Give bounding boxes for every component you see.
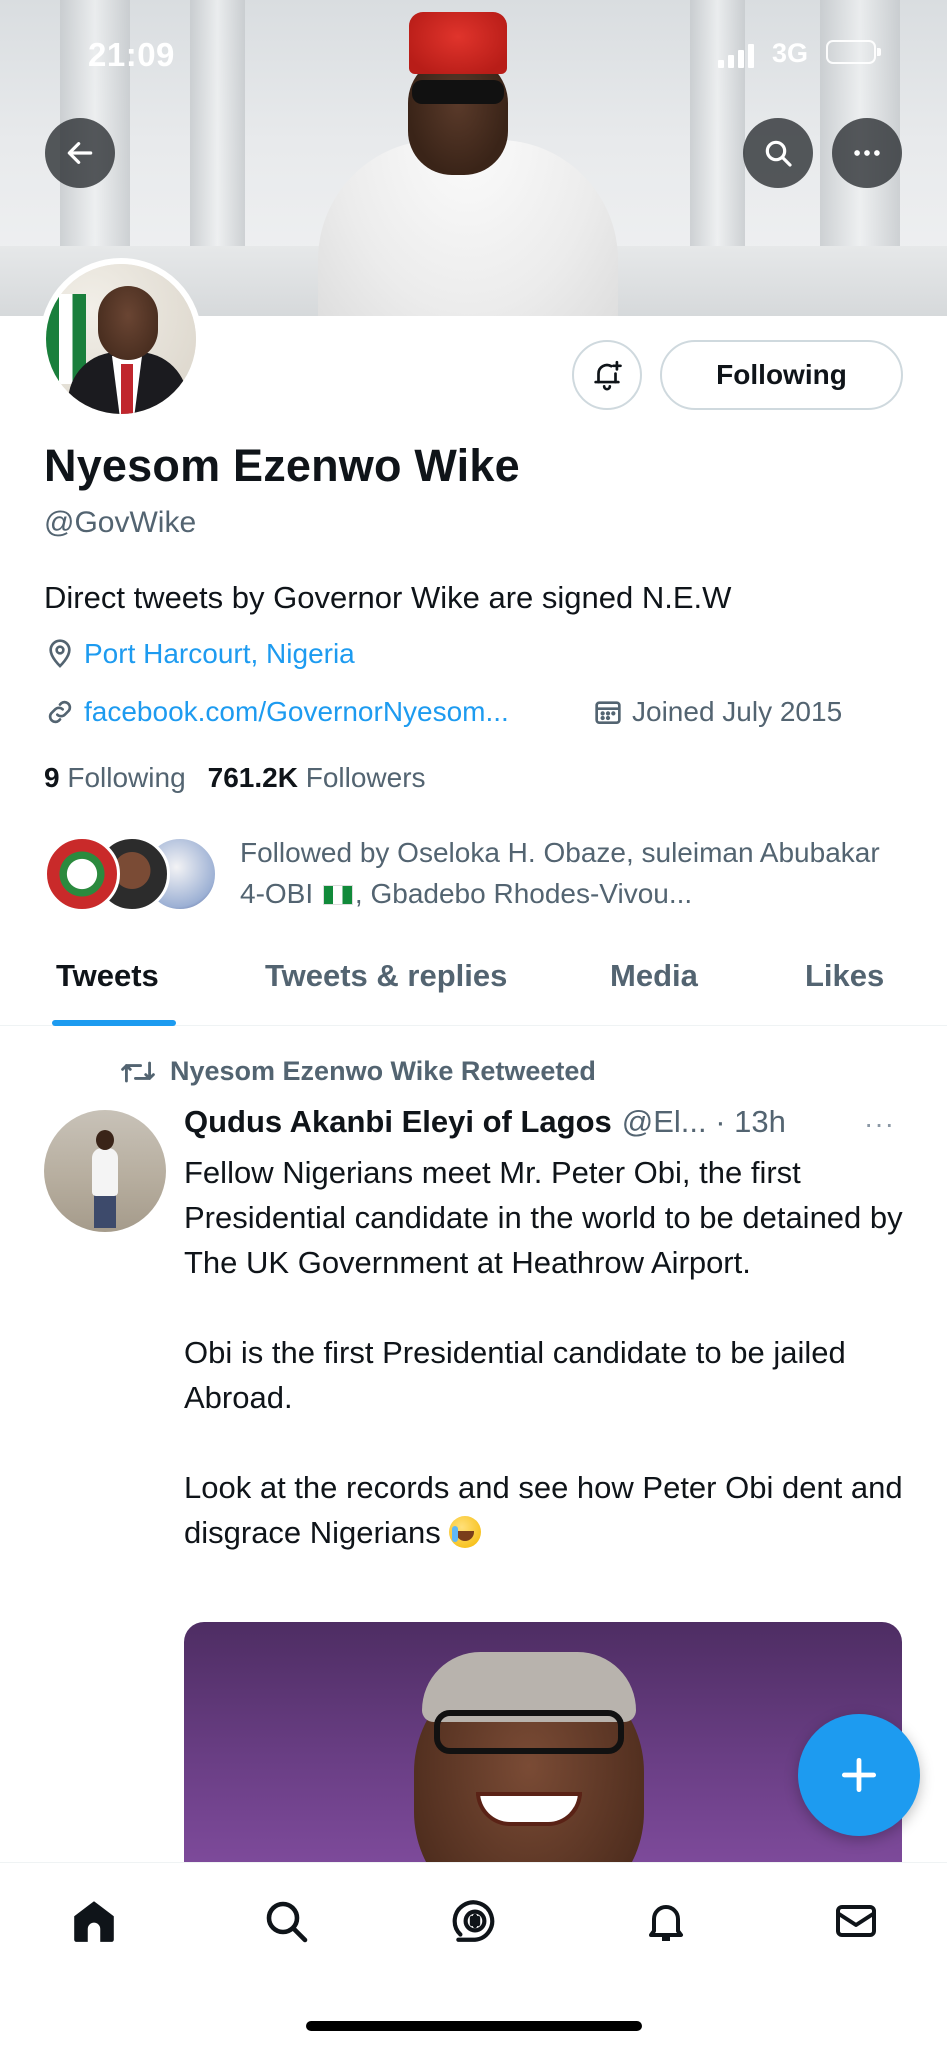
joined-date: Joined July 2015 bbox=[632, 696, 843, 727]
avatar bbox=[44, 836, 120, 912]
retweet-context[interactable]: Nyesom Ezenwo Wike Retweeted bbox=[120, 1056, 596, 1087]
signal-icon bbox=[718, 44, 754, 68]
following-count: 9 bbox=[44, 762, 60, 793]
nav-search[interactable] bbox=[256, 1891, 316, 1951]
active-tab-indicator bbox=[52, 1020, 176, 1026]
tweet-paragraph: Obi is the first Presidential candidate … bbox=[184, 1335, 846, 1415]
tweet-handle-time: @El... · 13h bbox=[621, 1104, 786, 1139]
compose-tweet-button[interactable] bbox=[798, 1714, 920, 1836]
status-time: 21:09 bbox=[88, 36, 175, 73]
profile-name: Nyesom Ezenwo Wike bbox=[44, 440, 520, 491]
home-icon bbox=[74, 1901, 114, 1942]
crying-face-icon bbox=[449, 1516, 482, 1548]
website-link[interactable]: facebook.com/GovernorNyesom... bbox=[84, 696, 509, 728]
followed-by-more: , Gbadebo Rhodes-Vivou... bbox=[354, 878, 693, 909]
tweet-paragraph: Fellow Nigerians meet Mr. Peter Obi, the… bbox=[184, 1155, 903, 1280]
followers-count: 761.2K bbox=[207, 762, 298, 793]
profile-website: facebook.com/GovernorNyesom... bbox=[44, 696, 509, 728]
tweet-image[interactable] bbox=[184, 1622, 902, 1862]
tab-media[interactable]: Media bbox=[610, 958, 698, 994]
nigeria-flag-icon bbox=[322, 885, 353, 905]
tab-likes[interactable]: Likes bbox=[805, 958, 884, 994]
tweet-author-name[interactable]: Qudus Akanbi Eleyi of Lagos bbox=[184, 1104, 612, 1140]
calendar-icon bbox=[595, 701, 621, 724]
profile-joined: Joined July 2015 bbox=[592, 696, 842, 728]
retweet-label: Nyesom Ezenwo Wike Retweeted bbox=[170, 1056, 596, 1086]
tweet-text: Fellow Nigerians meet Mr. Peter Obi, the… bbox=[184, 1150, 914, 1555]
followed-by-avatars[interactable] bbox=[44, 836, 222, 916]
following-button[interactable]: Following bbox=[660, 340, 903, 410]
link-icon bbox=[48, 700, 72, 724]
bottom-navigation bbox=[0, 1862, 947, 2048]
plus-icon bbox=[841, 1757, 877, 1793]
notifications-icon bbox=[649, 1905, 683, 1941]
more-button[interactable] bbox=[832, 118, 902, 188]
profile-location: Port Harcourt, Nigeria bbox=[44, 638, 355, 670]
following-label: Following bbox=[67, 762, 186, 793]
profile-handle: @GovWike bbox=[44, 506, 197, 539]
bell-plus-icon bbox=[594, 360, 622, 391]
nav-home[interactable] bbox=[64, 1891, 124, 1951]
search-icon bbox=[765, 140, 792, 167]
battery-icon bbox=[826, 40, 881, 64]
banner-person-glasses bbox=[412, 80, 504, 104]
nav-notifications[interactable] bbox=[636, 1891, 696, 1951]
follow-counts: 9 Following 761.2K Followers bbox=[44, 762, 426, 794]
banner-person-cap bbox=[409, 12, 507, 74]
spaces-icon bbox=[452, 1900, 495, 1942]
search-button[interactable] bbox=[743, 118, 813, 188]
search-icon bbox=[266, 1901, 308, 1943]
followed-by-text[interactable]: Followed by Oseloka H. Obaze, suleiman A… bbox=[240, 832, 910, 914]
back-button[interactable] bbox=[45, 118, 115, 188]
followers-count-link[interactable]: 761.2K Followers bbox=[208, 762, 426, 794]
messages-icon bbox=[836, 1905, 876, 1937]
home-indicator bbox=[306, 2021, 642, 2031]
network-type: 3G bbox=[772, 38, 809, 68]
following-count-link[interactable]: 9 Following bbox=[44, 762, 186, 794]
location-pin-icon bbox=[49, 639, 71, 668]
tweet-paragraph-text: Look at the records and see how Peter Ob… bbox=[184, 1470, 903, 1550]
tweet-more-button[interactable]: ··· bbox=[864, 1108, 895, 1140]
profile-tabs: Tweets Tweets & replies Media Likes bbox=[0, 948, 947, 1026]
profile-bio: Direct tweets by Governor Wike are signe… bbox=[44, 580, 732, 615]
tweet-header: Qudus Akanbi Eleyi of Lagos @El... · 13h bbox=[184, 1104, 786, 1140]
profile-avatar[interactable] bbox=[40, 258, 202, 420]
nav-spaces[interactable] bbox=[445, 1891, 505, 1951]
nav-messages[interactable] bbox=[826, 1891, 886, 1951]
tweet-paragraph: Look at the records and see how Peter Ob… bbox=[184, 1465, 914, 1555]
followers-label: Followers bbox=[305, 762, 426, 793]
tab-tweets[interactable]: Tweets bbox=[56, 958, 159, 994]
location-text[interactable]: Port Harcourt, Nigeria bbox=[84, 638, 355, 670]
notifications-toggle-button[interactable] bbox=[572, 340, 642, 410]
more-horizontal-icon bbox=[854, 150, 880, 156]
tweet-author-avatar[interactable] bbox=[44, 1110, 166, 1232]
arrow-left-icon bbox=[67, 142, 93, 164]
tab-tweets-and-replies[interactable]: Tweets & replies bbox=[265, 958, 507, 994]
retweet-icon bbox=[121, 1061, 155, 1082]
